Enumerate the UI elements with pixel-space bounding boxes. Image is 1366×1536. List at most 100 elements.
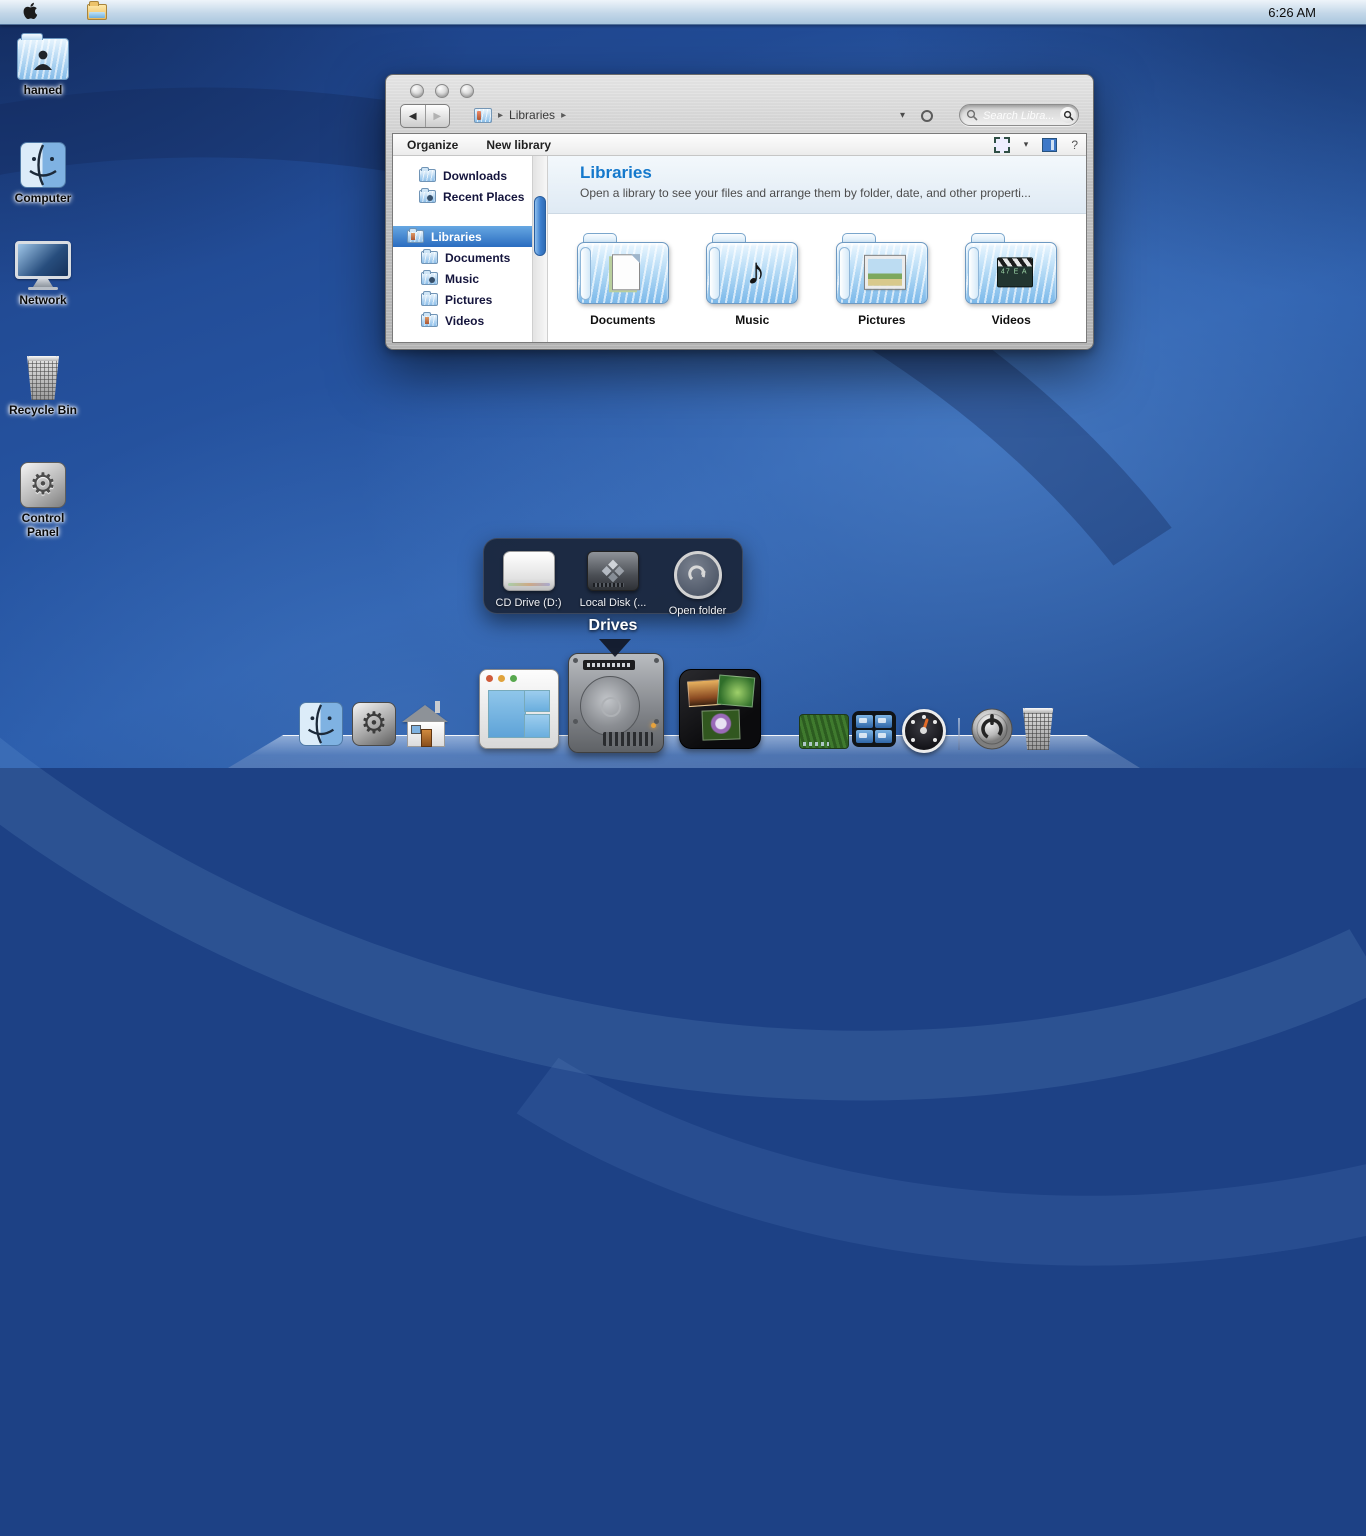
sidebar-item-music[interactable]: Music <box>393 268 532 289</box>
desktop-icon-label: hamed <box>0 83 86 97</box>
back-button[interactable]: ◀ <box>401 105 426 127</box>
close-button[interactable] <box>410 84 424 98</box>
folder-icon <box>419 169 436 182</box>
history-buttons: ◀ ▶ <box>400 104 450 128</box>
navigation-pane: Downloads Recent Places Libraries Docume… <box>393 156 532 342</box>
forward-button[interactable]: ▶ <box>426 105 450 127</box>
dock-spaces-grid-icon[interactable] <box>852 711 896 747</box>
sidebar-item-libraries[interactable]: Libraries <box>393 226 532 247</box>
sidebar-scrollbar[interactable] <box>532 156 548 342</box>
dock-finder-icon[interactable] <box>299 702 343 746</box>
clapperboard-emblem-icon <box>997 257 1033 287</box>
documents-library-icon <box>421 251 438 264</box>
search-box <box>959 104 1079 126</box>
sidebar-item-label: Videos <box>445 314 484 328</box>
page-title: Libraries <box>580 163 1086 183</box>
navigation-bar: ◀ ▶ ▸ Libraries ▸ ▾ <box>386 101 1093 131</box>
sidebar-item-pictures[interactable]: Pictures <box>393 289 532 310</box>
sidebar-item-label: Libraries <box>431 230 482 244</box>
cd-drive-icon <box>503 551 555 591</box>
popup-item-local-disk[interactable]: Local Disk (... <box>573 551 653 609</box>
scrollbar-thumb[interactable] <box>534 196 546 256</box>
folder-label: Documents <box>558 313 688 327</box>
music-note-emblem-icon: ♪ <box>746 251 765 293</box>
popup-title: Drives <box>483 617 743 635</box>
breadcrumb-separator: ▸ <box>498 110 503 121</box>
menu-bar-clock[interactable]: 6:26 AM <box>1268 5 1316 20</box>
sidebar-item-recent-places[interactable]: Recent Places <box>393 186 532 207</box>
dock-system-preferences-icon[interactable]: ⚙ <box>352 702 396 746</box>
sidebar-item-label: Documents <box>445 251 510 265</box>
desktop-icon-network[interactable]: Network <box>0 240 86 307</box>
libraries-icon <box>474 108 492 123</box>
dock-power-icon[interactable] <box>971 708 1013 755</box>
dock-pictures-icon[interactable] <box>679 669 761 749</box>
folder-label: Music <box>688 313 818 327</box>
apple-menu-icon[interactable] <box>22 2 39 22</box>
popup-item-label: Local Disk (... <box>573 597 653 609</box>
document-emblem-icon <box>612 254 640 290</box>
explorer-window: ◀ ▶ ▸ Libraries ▸ ▾ Organize New libra <box>385 74 1094 350</box>
breadcrumb-separator[interactable]: ▸ <box>561 110 566 121</box>
dock-trash-icon[interactable] <box>1020 708 1056 750</box>
dock-dashboard-gauge-icon[interactable] <box>902 709 946 753</box>
pictures-library-icon <box>421 293 438 306</box>
sidebar-item-documents[interactable]: Documents <box>393 247 532 268</box>
sidebar-item-downloads[interactable]: Downloads <box>393 165 532 186</box>
dock-home-icon[interactable] <box>402 701 448 745</box>
dock-file-browser-icon[interactable] <box>479 669 559 749</box>
library-folder-videos[interactable]: Videos <box>947 232 1077 342</box>
minimize-button[interactable] <box>435 84 449 98</box>
window-content: Organize New library ▾ ? Downloads Recen… <box>392 133 1087 343</box>
finder-face-icon <box>20 142 66 188</box>
dock-drives-hard-disk-icon[interactable] <box>568 653 664 753</box>
sidebar-item-label: Pictures <box>445 293 492 307</box>
folder-label: Pictures <box>817 313 947 327</box>
popup-item-label: CD Drive (D:) <box>489 597 569 609</box>
desktop-icon-label: Control Panel <box>13 511 73 539</box>
window-traffic-lights <box>410 84 474 98</box>
breadcrumb[interactable]: ▸ Libraries ▸ <box>474 104 566 126</box>
organize-menu[interactable]: Organize <box>393 138 472 152</box>
library-header: Libraries Open a library to see your fil… <box>548 156 1086 214</box>
help-button[interactable]: ? <box>1071 138 1078 152</box>
open-folder-arrow-icon <box>674 551 722 599</box>
popup-item-cd-drive[interactable]: CD Drive (D:) <box>489 551 569 609</box>
zoom-button[interactable] <box>460 84 474 98</box>
new-library-button[interactable]: New library <box>472 138 565 152</box>
desktop-icon-control-panel[interactable]: ⚙ Control Panel <box>0 458 86 539</box>
file-list-panel: Libraries Open a library to see your fil… <box>548 156 1086 342</box>
address-dropdown-caret[interactable]: ▾ <box>900 110 905 121</box>
library-folder-pictures[interactable]: Pictures <box>817 232 947 342</box>
desktop-icon-recycle-bin[interactable]: Recycle Bin <box>0 350 86 417</box>
drives-stack-popup: CD Drive (D:) Local Disk (... Open folde… <box>483 538 743 614</box>
gear-icon: ⚙ <box>361 709 388 739</box>
popup-item-label: Open folder <box>658 605 738 617</box>
open-window-folder-icon[interactable] <box>87 4 107 20</box>
videos-library-icon <box>421 314 438 327</box>
sidebar-item-label: Downloads <box>443 169 507 183</box>
gears-icon: ⚙ <box>20 462 66 508</box>
imac-display-icon <box>15 241 71 290</box>
folder-label: Videos <box>947 313 1077 327</box>
search-go-button[interactable] <box>1060 107 1076 123</box>
menu-bar: 6:26 AM <box>0 0 1366 25</box>
popup-item-open-folder[interactable]: Open folder <box>658 551 738 617</box>
preview-pane-icon[interactable] <box>1042 138 1057 152</box>
breadcrumb-location[interactable]: Libraries <box>509 108 555 122</box>
views-caret[interactable]: ▾ <box>1024 139 1029 150</box>
refresh-icon[interactable] <box>921 110 933 122</box>
library-folder-documents[interactable]: Documents <box>558 232 688 342</box>
desktop-icon-label: Recycle Bin <box>0 403 86 417</box>
library-folder-music[interactable]: ♪ Music <box>688 232 818 342</box>
change-view-icon[interactable] <box>994 137 1010 153</box>
framed-photo-emblem-icon <box>865 256 905 289</box>
search-input[interactable] <box>981 106 1057 125</box>
sidebar-item-videos[interactable]: Videos <box>393 310 532 331</box>
windows-flag-emblem <box>602 560 625 583</box>
recycle-bin-icon <box>24 356 62 400</box>
desktop-icon-label: Computer <box>0 191 86 205</box>
desktop-icon-computer[interactable]: Computer <box>0 138 86 205</box>
dock-desktop-icon[interactable] <box>799 714 849 749</box>
desktop-icon-user-folder[interactable]: hamed <box>0 30 86 97</box>
